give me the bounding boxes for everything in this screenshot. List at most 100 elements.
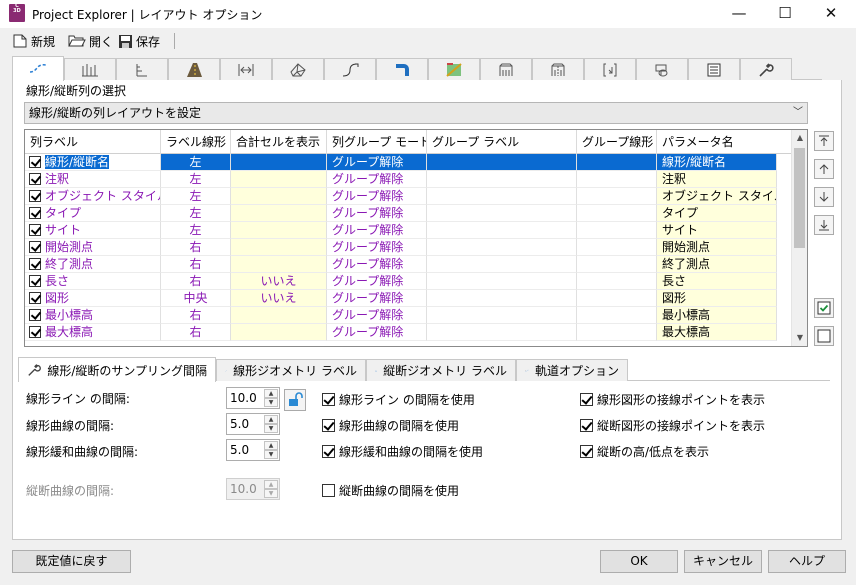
table-row[interactable]: サイト 左 グループ解除 サイト	[25, 222, 793, 239]
cell-align[interactable]: 左	[161, 205, 231, 222]
cell-param[interactable]: 注釈	[657, 171, 777, 188]
cell-label[interactable]: 最小標高	[25, 307, 161, 324]
help-button[interactable]: ヘルプ	[768, 550, 846, 573]
show-alignment-tangent-checkbox[interactable]: 線形図形の接線ポイントを表示	[580, 391, 765, 408]
checkbox[interactable]	[322, 445, 335, 458]
cell-glabel[interactable]	[427, 205, 577, 222]
cell-total[interactable]	[231, 239, 327, 256]
tab-table[interactable]	[688, 58, 740, 80]
cell-mode[interactable]: グループ解除	[327, 188, 427, 205]
cell-align[interactable]: 左	[161, 154, 231, 171]
cell-align[interactable]: 右	[161, 324, 231, 341]
row-checkbox[interactable]	[29, 275, 41, 287]
col-header-total[interactable]: 合計セルを表示	[231, 130, 327, 154]
table-row[interactable]: 最小標高 右 グループ解除 最小標高	[25, 307, 793, 324]
cell-align[interactable]: 右	[161, 307, 231, 324]
cell-galign[interactable]	[577, 239, 657, 256]
cell-mode[interactable]: グループ解除	[327, 290, 427, 307]
cell-align[interactable]: 左	[161, 188, 231, 205]
row-checkbox[interactable]	[29, 241, 41, 253]
cell-galign[interactable]	[577, 307, 657, 324]
tab-sample-lines[interactable]	[220, 58, 272, 80]
move-to-top-button[interactable]	[814, 131, 834, 151]
spin-down-icon[interactable]: ▼	[264, 398, 278, 407]
tab-rail-options[interactable]: 軌道オプション	[516, 359, 628, 381]
col-header-group-align[interactable]: グループ線形	[577, 130, 657, 154]
cell-glabel[interactable]	[427, 273, 577, 290]
cell-galign[interactable]	[577, 188, 657, 205]
cell-label[interactable]: 線形/縦断名	[25, 154, 161, 171]
col-header-group-label[interactable]: グループ ラベル	[427, 130, 577, 154]
minimize-button[interactable]: —	[716, 0, 762, 28]
tab-profile[interactable]	[116, 58, 168, 80]
scroll-thumb[interactable]	[794, 148, 805, 248]
cancel-button[interactable]: キャンセル	[684, 550, 762, 573]
use-line-interval-checkbox[interactable]: 線形ライン の間隔を使用	[322, 391, 475, 408]
checkbox[interactable]	[580, 445, 593, 458]
table-row[interactable]: 長さ 右いいえ グループ解除 長さ	[25, 273, 793, 290]
cell-mode[interactable]: グループ解除	[327, 205, 427, 222]
cell-glabel[interactable]	[427, 154, 577, 171]
cell-glabel[interactable]	[427, 239, 577, 256]
cell-label[interactable]: 開始測点	[25, 239, 161, 256]
cell-label[interactable]: 注釈	[25, 171, 161, 188]
row-checkbox[interactable]	[29, 173, 41, 185]
save-button[interactable]: 保存	[118, 32, 160, 50]
col-header-label[interactable]: 列ラベル	[25, 130, 161, 154]
cell-total[interactable]	[231, 171, 327, 188]
cell-galign[interactable]	[577, 290, 657, 307]
table-row[interactable]: 最大標高 右 グループ解除 最大標高	[25, 324, 793, 341]
maximize-button[interactable]: ☐	[762, 0, 808, 28]
table-row[interactable]: 図形 中央 いいえ グループ解除 図形	[25, 290, 793, 307]
cell-total[interactable]	[231, 256, 327, 273]
tab-parcel[interactable]	[636, 58, 688, 80]
use-curve-interval-checkbox[interactable]: 線形曲線の間隔を使用	[322, 417, 459, 434]
tab-corridor[interactable]	[168, 58, 220, 80]
spiral-interval-value[interactable]: 5.0	[230, 443, 249, 457]
use-profile-curve-interval-checkbox[interactable]: 縦断曲線の間隔を使用	[322, 482, 459, 499]
scroll-up-arrow-icon[interactable]: ▲	[792, 130, 807, 146]
open-button[interactable]: 開く	[68, 32, 113, 50]
cell-glabel[interactable]	[427, 324, 577, 341]
row-checkbox[interactable]	[29, 309, 41, 321]
cell-label[interactable]: 最大標高	[25, 324, 161, 341]
row-checkbox[interactable]	[29, 224, 41, 236]
cell-label[interactable]: タイプ	[25, 205, 161, 222]
cell-total[interactable]	[231, 222, 327, 239]
cell-total[interactable]	[231, 188, 327, 205]
cell-label[interactable]: オブジェクト スタイル	[25, 188, 161, 205]
tab-pipe-network[interactable]	[376, 58, 428, 80]
row-checkbox[interactable]	[29, 292, 41, 304]
cell-align[interactable]: 中央	[161, 290, 231, 307]
table-row[interactable]: 終了測点 右 グループ解除 終了測点	[25, 256, 793, 273]
tab-settings[interactable]	[740, 58, 792, 80]
checkbox[interactable]	[580, 419, 593, 432]
tab-profile-view[interactable]	[64, 58, 116, 80]
cell-mode[interactable]: グループ解除	[327, 256, 427, 273]
tab-feature-line[interactable]	[324, 58, 376, 80]
cell-galign[interactable]	[577, 273, 657, 290]
cell-mode[interactable]: グループ解除	[327, 222, 427, 239]
new-button[interactable]: 新規	[12, 32, 55, 50]
tab-pressure-structure[interactable]	[532, 58, 584, 80]
curve-interval-value[interactable]: 5.0	[230, 417, 249, 431]
cell-param[interactable]: 最大標高	[657, 324, 777, 341]
ok-button[interactable]: OK	[600, 550, 678, 573]
table-row[interactable]: 開始測点 右 グループ解除 開始測点	[25, 239, 793, 256]
cell-mode[interactable]: グループ解除	[327, 154, 427, 171]
cell-param[interactable]: 図形	[657, 290, 777, 307]
cell-param[interactable]: 開始測点	[657, 239, 777, 256]
cell-total[interactable]: いいえ	[231, 290, 327, 307]
cell-mode[interactable]: グループ解除	[327, 171, 427, 188]
col-header-align[interactable]: ラベル線形	[161, 130, 231, 154]
grid-vertical-scrollbar[interactable]: ▲ ▼	[791, 130, 807, 346]
cell-label[interactable]: 図形	[25, 290, 161, 307]
cell-param[interactable]: 線形/縦断名	[657, 154, 777, 171]
move-down-button[interactable]	[814, 187, 834, 207]
col-header-param[interactable]: パラメータ名	[657, 130, 793, 154]
cell-align[interactable]: 右	[161, 239, 231, 256]
cell-galign[interactable]	[577, 324, 657, 341]
tab-alignment[interactable]	[12, 56, 64, 81]
curve-interval-spinner[interactable]: 5.0 ▲ ▼	[226, 413, 280, 435]
tab-grading[interactable]	[428, 58, 480, 80]
